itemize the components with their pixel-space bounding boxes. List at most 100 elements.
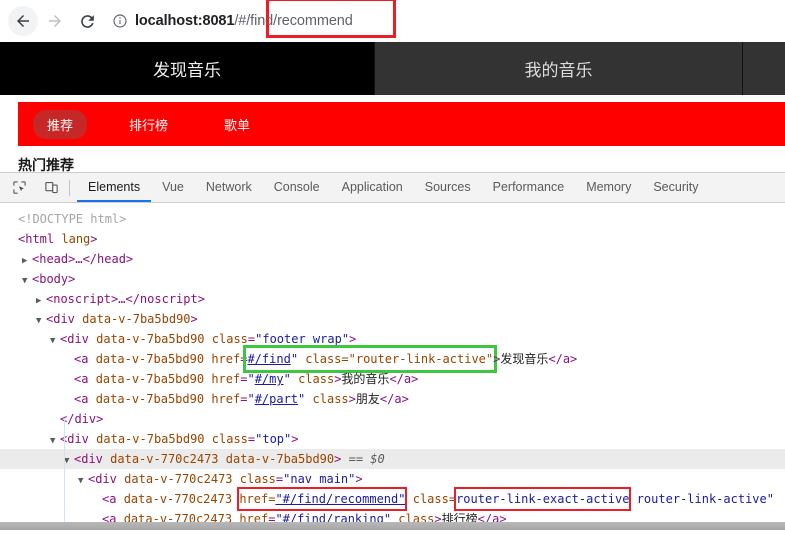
disclosure-triangle-icon[interactable]: ▼: [22, 271, 32, 291]
disclosure-triangle-icon[interactable]: ▼: [78, 471, 88, 491]
devtools-tab-security[interactable]: Security: [642, 173, 709, 202]
dom-close-a: </a>: [389, 372, 419, 386]
device-toolbar-icon[interactable]: [38, 176, 64, 200]
disclosure-triangle-icon[interactable]: ▼: [50, 331, 60, 351]
dom-body-open: <body>: [32, 272, 76, 286]
devtools-tab-console[interactable]: Console: [263, 173, 331, 202]
dom-row[interactable]: ▸<a data-v-7ba5bd90 href="#/part" class>…: [0, 389, 785, 409]
href-recommend-highlight-box: href="#/find/recommend": [237, 487, 408, 511]
dom-row[interactable]: ▸<a data-v-7ba5bd90 href=#/find" class="…: [0, 345, 785, 373]
toolbar-divider: [69, 179, 70, 196]
browser-toolbar: localhost:8081/#/find/recommend: [0, 0, 785, 42]
reload-button[interactable]: [72, 6, 102, 36]
dom-text-friends: 朋友: [355, 392, 380, 406]
devtools-tab-network[interactable]: Network: [195, 173, 263, 202]
dom-row[interactable]: <html lang>: [0, 229, 785, 249]
dom-quote: ": [290, 352, 299, 366]
exact-active-class-highlight-box: router-link-exact-active: [454, 487, 632, 511]
dom-row[interactable]: ▼<div data-v-7ba5bd90 class="top">: [0, 429, 785, 449]
disclosure-spacer: ▸: [64, 351, 74, 371]
address-bar[interactable]: localhost:8081/#/find/recommend: [112, 0, 777, 38]
top-nav-item-overflow[interactable]: [743, 42, 785, 95]
dom-href-find[interactable]: #/find: [247, 352, 290, 366]
dom-attr-scope: data-v-7ba5bd90: [96, 332, 205, 346]
top-nav-item-my-music[interactable]: 我的音乐: [375, 42, 743, 95]
disclosure-triangle-icon[interactable]: ▶: [22, 251, 32, 271]
back-button[interactable]: [8, 6, 38, 36]
dom-row-selected[interactable]: ▼ <div data-v-770c2473 data-v-7ba5bd90> =…: [0, 449, 785, 469]
devtools-horizontal-scrollbar[interactable]: [0, 522, 785, 530]
url-port: :8081: [197, 13, 235, 29]
dom-close-a: </a>: [379, 392, 409, 406]
devtools-tab-elements[interactable]: Elements: [77, 173, 151, 202]
dom-gt: >: [348, 392, 356, 406]
dom-row[interactable]: ▸<a data-v-7ba5bd90 href="#/my" class>我的…: [0, 369, 785, 389]
dom-tag-a: a: [81, 392, 89, 406]
dom-attr-class: class: [312, 392, 349, 406]
disclosure-triangle-icon[interactable]: ▼: [50, 431, 60, 451]
devtools-tab-performance[interactable]: Performance: [482, 173, 576, 202]
dom-href-my[interactable]: #/my: [255, 372, 284, 386]
dom-attr-scope-child: data-v-770c2473: [123, 492, 233, 506]
dom-attr-class: class: [239, 472, 276, 486]
devtools-tab-vue[interactable]: Vue: [151, 173, 195, 202]
dom-quote: ": [298, 392, 306, 406]
info-circle-icon[interactable]: [112, 13, 128, 29]
devtools-tab-memory[interactable]: Memory: [575, 173, 642, 202]
sub-nav-item-songlist[interactable]: 歌单: [210, 110, 264, 139]
reload-icon: [78, 12, 97, 31]
dom-attr-class: class: [211, 332, 248, 346]
dom-attr-scope: data-v-7ba5bd90: [95, 372, 205, 386]
dom-doctype: <!DOCTYPE html>: [18, 212, 127, 226]
dom-tag-a: a: [81, 352, 89, 366]
dom-attr-scope-parent: data-v-7ba5bd90: [225, 452, 335, 466]
url-path: /#/find/recommend: [234, 13, 353, 29]
dom-row[interactable]: ▶ <noscript>…</noscript>: [0, 289, 785, 309]
dom-row[interactable]: ▶ <head>…</head>: [0, 249, 785, 269]
dom-attr-scope-child: data-v-770c2473: [110, 452, 219, 466]
dom-tag-a: a: [81, 372, 89, 386]
dom-row[interactable]: <!DOCTYPE html>: [0, 209, 785, 229]
dom-eq: =: [240, 352, 248, 366]
dom-quote: ": [247, 392, 255, 406]
top-nav-item-discover[interactable]: 发现音乐: [0, 42, 375, 95]
dom-tag-div: div: [53, 312, 75, 326]
devtools-tab-sources[interactable]: Sources: [414, 173, 482, 202]
dom-row[interactable]: ▼ <body>: [0, 269, 785, 289]
dom-text-discover: 发现音乐: [500, 352, 549, 366]
dom-href-find-recommend[interactable]: "#/find/recommend": [275, 492, 405, 506]
sub-nav-item-ranking[interactable]: 排行榜: [115, 110, 182, 139]
sub-nav-item-recommend[interactable]: 推荐: [33, 109, 88, 139]
inspect-element-icon[interactable]: [6, 176, 32, 200]
dom-close-a: </a>: [548, 352, 578, 366]
dom-tree[interactable]: <!DOCTYPE html> <html lang> ▶ <head>…</he…: [0, 203, 785, 530]
dom-indent-guide: [64, 418, 65, 530]
dom-row[interactable]: ▼ <div data-v-7ba5bd90 class="footer wrap…: [0, 329, 785, 349]
disclosure-triangle-icon[interactable]: ▼: [64, 451, 74, 471]
find-link-highlight-box: #/find" class="router-link-active": [243, 345, 498, 373]
disclosure-spacer: ▸: [92, 491, 102, 511]
dom-row[interactable]: ▼ <div data-v-7ba5bd90>: [0, 309, 785, 329]
dom-href-part[interactable]: #/part: [255, 392, 298, 406]
dom-attr-href: href=: [239, 492, 276, 506]
devtools-tabbar: Elements Vue Network Console Application…: [0, 173, 785, 203]
sub-nav-label-recommend: 推荐: [47, 117, 74, 133]
dom-tag-div: div: [95, 472, 117, 486]
dom-tag-html: html: [25, 232, 55, 246]
disclosure-triangle-icon[interactable]: ▼: [36, 311, 46, 331]
dom-row[interactable]: ▸<a data-v-770c2473 href="#/find/recomme…: [0, 487, 785, 511]
dom-attr-scope: data-v-7ba5bd90: [95, 352, 205, 366]
url-host: localhost: [135, 13, 198, 29]
dom-quote: ": [283, 372, 291, 386]
forward-button[interactable]: [40, 6, 70, 36]
dom-row[interactable]: ▼ <div data-v-770c2473 class="nav main">: [0, 469, 785, 489]
dom-noscript-collapsed: <noscript>…</noscript>: [46, 292, 205, 306]
dom-gt: >: [349, 332, 357, 346]
dom-value-nav-main: "nav main": [283, 472, 356, 486]
disclosure-triangle-icon[interactable]: ▶: [36, 291, 46, 311]
dom-row[interactable]: ▸</div>: [0, 409, 785, 429]
url-text[interactable]: localhost:8081/#/find/recommend: [135, 13, 353, 29]
devtools-tab-application[interactable]: Application: [331, 173, 414, 202]
dom-gt: >: [334, 452, 342, 466]
dom-attr-class: class: [211, 432, 248, 446]
